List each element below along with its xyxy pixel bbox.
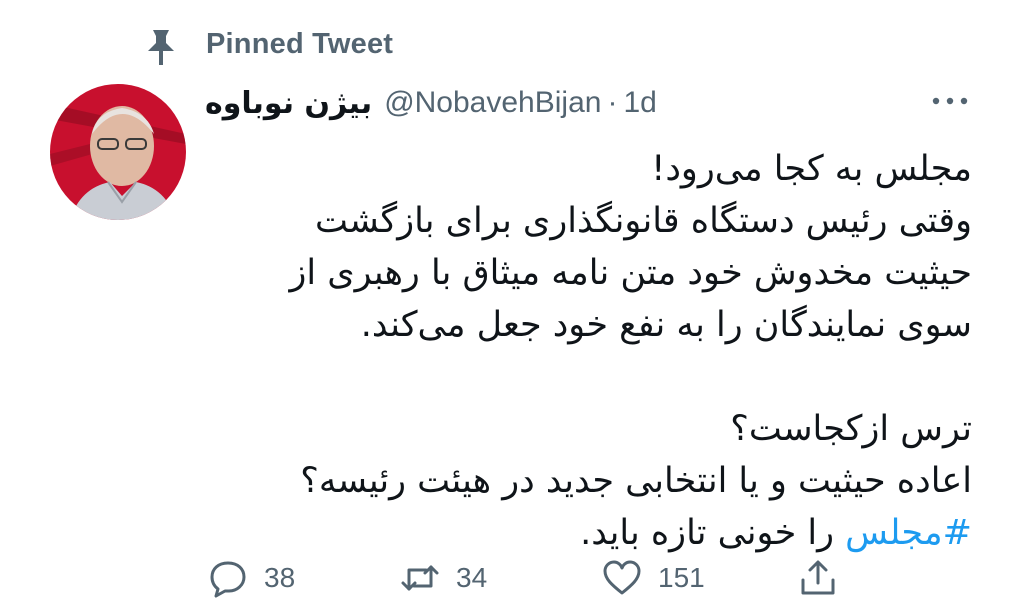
tweet-line: حیثیت مخدوش خود متن نامه میثاق با رهبری … bbox=[289, 253, 972, 293]
reply-icon bbox=[210, 561, 246, 598]
separator-dot: · bbox=[607, 86, 618, 119]
like-button[interactable]: 151 bbox=[602, 558, 705, 598]
retweet-button[interactable]: 34 bbox=[400, 558, 487, 598]
tweet-line-last: #مجلس را خونی تازه باید. bbox=[232, 507, 972, 559]
reply-button[interactable]: 38 bbox=[208, 558, 295, 598]
tweet-line: وقتی رئیس دستگاه قانونگذاری برای بازگشت bbox=[314, 201, 972, 241]
hashtag-link[interactable]: #مجلس bbox=[845, 513, 972, 553]
like-count: 151 bbox=[658, 562, 705, 593]
tweet-line: مجلس به کجا می‌رود! bbox=[651, 149, 972, 189]
user-handle[interactable]: @NobavehBijan bbox=[384, 86, 601, 120]
tweet-line-rest: را خونی تازه باید. bbox=[580, 513, 846, 553]
reply-count: 38 bbox=[264, 562, 296, 593]
tweet-line: اعاده حیثیت و یا انتخابی جدید در هیئت رئ… bbox=[300, 461, 972, 501]
pin-icon bbox=[148, 30, 174, 65]
share-icon bbox=[801, 560, 835, 595]
display-name[interactable]: بیژن نوباوه bbox=[205, 86, 372, 121]
tweet-timestamp[interactable]: 1d bbox=[623, 86, 656, 120]
retweet-icon bbox=[401, 565, 439, 591]
share-button[interactable] bbox=[798, 558, 838, 598]
heart-icon bbox=[603, 560, 641, 595]
avatar-image bbox=[50, 84, 186, 220]
tweet-text: مجلس به کجا می‌رود! وقتی رئیس دستگاه قان… bbox=[232, 143, 972, 559]
retweet-count: 34 bbox=[456, 562, 488, 593]
more-horizontal-icon[interactable] bbox=[928, 90, 972, 112]
tweet-line: ترس ازکجاست؟ bbox=[730, 409, 972, 449]
tweet-line: سوی نمایندگان را به نفع خود جعل می‌کند. bbox=[360, 305, 972, 345]
tweet-header: بیژن نوباوه @NobavehBijan · 1d bbox=[205, 80, 657, 126]
pinned-tweet-label: Pinned Tweet bbox=[206, 28, 394, 60]
avatar[interactable] bbox=[50, 84, 186, 220]
